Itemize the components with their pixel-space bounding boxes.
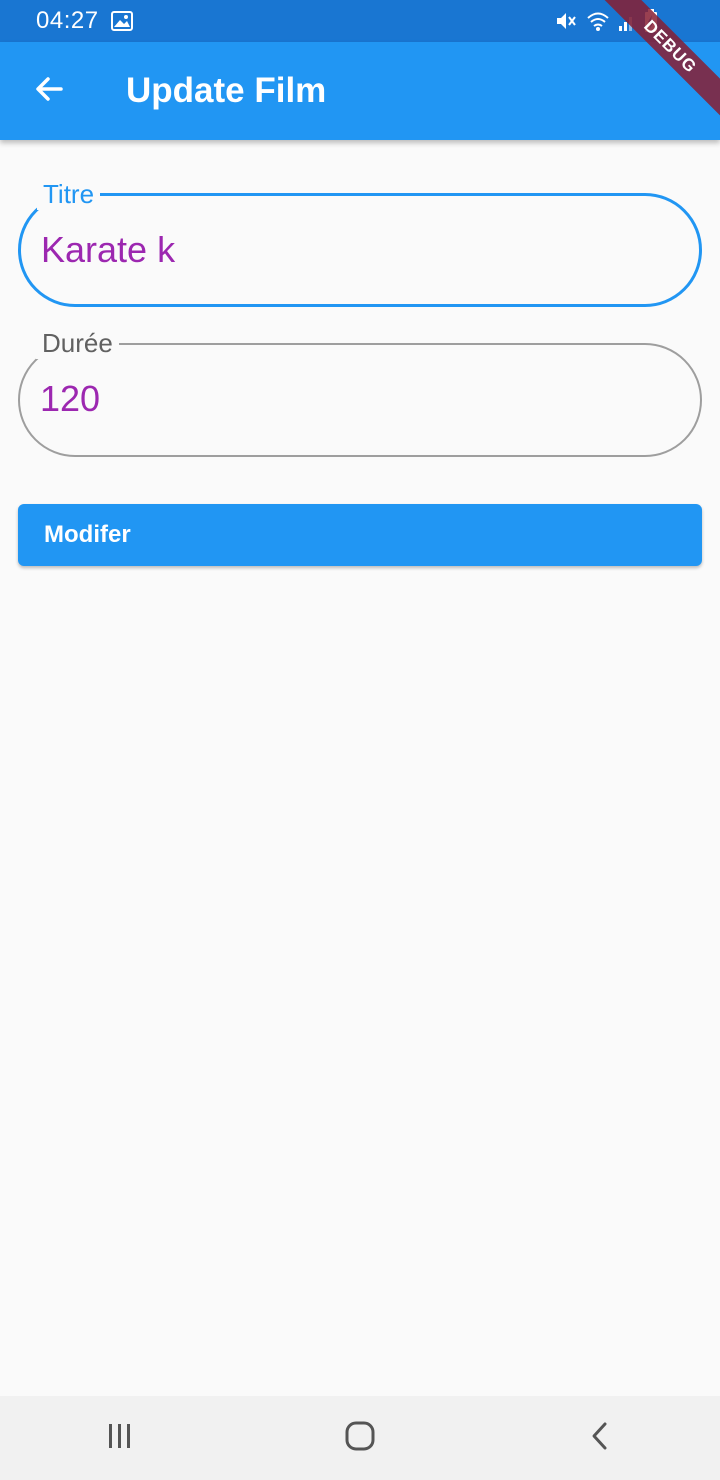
wifi-icon [586, 10, 610, 32]
mute-icon [554, 9, 578, 33]
status-right [554, 9, 658, 33]
nav-back-button[interactable] [540, 1396, 660, 1480]
duree-input[interactable]: 120 [40, 375, 100, 423]
modify-button[interactable]: Modifer [18, 504, 702, 566]
signal-icon [618, 10, 636, 32]
home-icon [344, 1420, 376, 1457]
status-time: 04:27 [36, 7, 99, 34]
arrow-back-icon [33, 73, 65, 110]
recent-apps-icon [106, 1423, 134, 1454]
back-icon [589, 1421, 611, 1456]
back-button[interactable] [0, 42, 98, 140]
image-icon [110, 11, 133, 31]
recent-apps-button[interactable] [60, 1396, 180, 1480]
duree-label: Durée [36, 327, 119, 359]
status-bar: 04:27 [0, 0, 720, 42]
page-title: Update Film [126, 71, 327, 110]
titre-label: Titre [37, 178, 101, 210]
status-left: 04:27 [36, 7, 133, 35]
battery-charging-icon [644, 9, 658, 33]
home-button[interactable] [300, 1396, 420, 1480]
app-bar: Update Film [0, 42, 720, 140]
titre-input[interactable]: Karate k [41, 226, 175, 274]
system-nav-bar [0, 1396, 720, 1480]
duree-field[interactable]: Durée 120 [18, 327, 702, 457]
titre-field[interactable]: Titre Karate k [18, 178, 702, 307]
